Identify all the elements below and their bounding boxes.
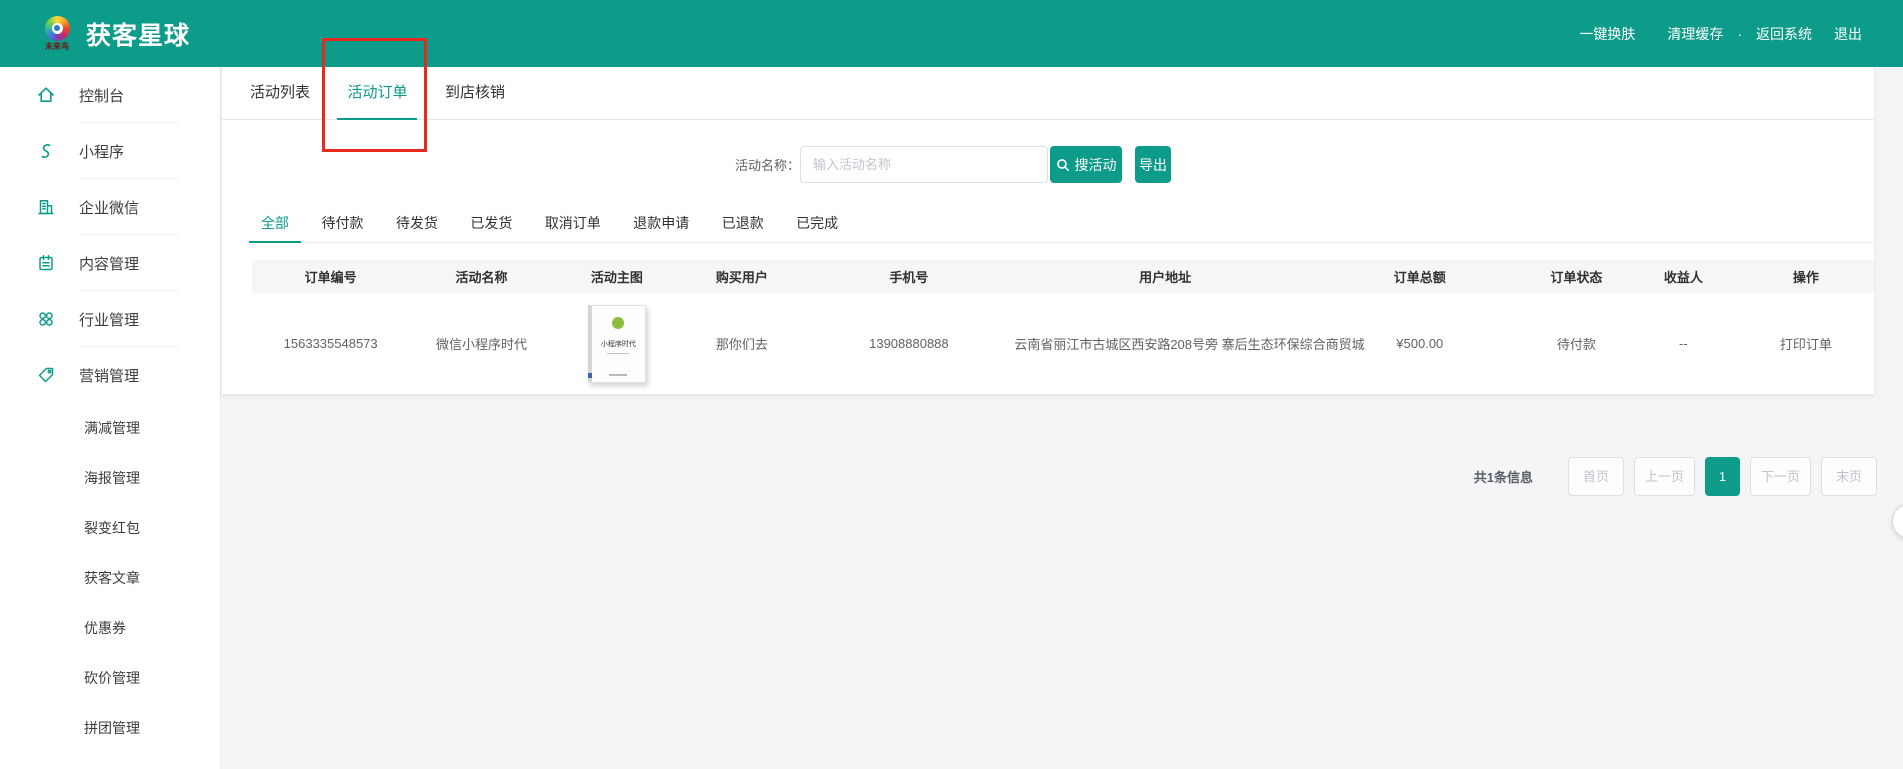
book-publisher-mark: [592, 374, 645, 376]
cell-main-image: 小程序时代: [554, 293, 681, 394]
sidebar-item-label: 内容管理: [79, 253, 139, 274]
sidebar-item-full-reduction[interactable]: 满减管理: [0, 403, 220, 453]
sidebar-item-coupon[interactable]: 优惠券: [0, 603, 220, 653]
sidebar-item-group-buy[interactable]: 拼团管理: [0, 703, 220, 753]
topbar-links: 一键换肤 清理缓存 · 返回系统 退出: [1579, 24, 1862, 44]
sidebar-item-marketing[interactable]: 营销管理: [0, 347, 220, 403]
filter-refund-request[interactable]: 退款申请: [621, 205, 701, 242]
cell-beneficiary: --: [1629, 293, 1738, 394]
building-icon: [36, 197, 56, 217]
col-total: 订单总额: [1316, 260, 1524, 293]
col-activity-name: 活动名称: [409, 260, 553, 293]
export-button[interactable]: 导出: [1135, 146, 1171, 183]
tab-bar: 活动列表 活动订单 到店核销: [222, 67, 1874, 120]
sidebar-item-label: 控制台: [79, 85, 124, 106]
col-beneficiary: 收益人: [1629, 260, 1738, 293]
search-activity-button[interactable]: 搜活动: [1050, 146, 1122, 183]
book-title: 小程序时代: [592, 339, 645, 349]
col-address: 用户地址: [1014, 260, 1316, 293]
table-header-row: 订单编号 活动名称 活动主图 购买用户 手机号 用户地址 订单总额 订单状态 收…: [252, 260, 1874, 293]
filter-pending-payment[interactable]: 待付款: [309, 205, 375, 242]
book-logo-icon: [612, 317, 624, 329]
col-status: 订单状态: [1524, 260, 1629, 293]
page: 未来鸟 获客星球 一键换肤 清理缓存 · 返回系统 退出 控制台: [0, 0, 1903, 769]
filter-pending-shipment[interactable]: 待发货: [384, 205, 450, 242]
sidebar-item-red-packet[interactable]: 裂变红包: [0, 503, 220, 553]
tab-store-verify[interactable]: 到店核销: [435, 67, 515, 119]
brand: 未来鸟 获客星球: [40, 16, 190, 52]
sidebar-item-industry[interactable]: 行业管理: [0, 291, 220, 347]
sidebar-item-poster[interactable]: 海报管理: [0, 453, 220, 503]
clipboard-icon: [36, 253, 56, 273]
sidebar: 控制台 小程序 企业微信: [0, 67, 221, 769]
separator-dot: ·: [1737, 26, 1742, 42]
pagination-last-button[interactable]: 末页: [1821, 457, 1877, 496]
col-action: 操作: [1738, 260, 1874, 293]
brand-logo-icon: [45, 16, 70, 41]
cell-activity-name: 微信小程序时代: [409, 293, 553, 394]
main-panel: 活动列表 活动订单 到店核销 活动名称： 搜活动 导出 全部 待付款 待发货 已…: [222, 67, 1874, 394]
print-order-link[interactable]: 打印订单: [1738, 293, 1874, 394]
search-row: 活动名称： 搜活动 导出: [730, 146, 1171, 183]
col-buyer: 购买用户: [680, 260, 803, 293]
table-row: 1563335548573 微信小程序时代 小程序时代 那你们去: [252, 293, 1874, 394]
sidebar-item-miniprogram[interactable]: 小程序: [0, 123, 220, 179]
col-phone: 手机号: [803, 260, 1014, 293]
search-label: 活动名称：: [730, 155, 800, 174]
cell-buyer: 那你们去: [680, 293, 803, 394]
filter-all[interactable]: 全部: [249, 205, 301, 242]
cell-status: 待付款: [1524, 293, 1629, 394]
book-decor-line: [607, 353, 629, 354]
sidebar-item-label: 小程序: [79, 141, 124, 162]
sidebar-submenu: 满减管理 海报管理 裂变红包 获客文章 优惠券 砍价管理 拼团管理: [0, 403, 220, 753]
sidebar-item-articles[interactable]: 获客文章: [0, 553, 220, 603]
miniprogram-icon: [36, 141, 56, 161]
cell-order-no: 1563335548573: [252, 293, 409, 394]
brand-logo-label: 未来鸟: [40, 42, 74, 52]
col-order-no: 订单编号: [252, 260, 409, 293]
sidebar-item-label: 营销管理: [79, 365, 139, 386]
activity-cover-image: 小程序时代: [588, 305, 646, 383]
link-return-system[interactable]: 返回系统: [1756, 24, 1812, 44]
brand-logo-core: [54, 25, 60, 31]
pagination-first-button[interactable]: 首页: [1568, 457, 1624, 496]
sidebar-item-console[interactable]: 控制台: [0, 67, 220, 123]
pagination-prev-button[interactable]: 上一页: [1634, 457, 1695, 496]
brand-logo: 未来鸟: [40, 16, 74, 52]
search-button-label: 搜活动: [1075, 155, 1117, 175]
tag-icon: [36, 365, 56, 385]
sidebar-item-label: 行业管理: [79, 309, 139, 330]
grid-circles-icon: [36, 309, 56, 329]
filter-refunded[interactable]: 已退款: [710, 205, 776, 242]
link-change-skin[interactable]: 一键换肤: [1579, 24, 1635, 44]
orders-table: 订单编号 活动名称 活动主图 购买用户 手机号 用户地址 订单总额 订单状态 收…: [252, 260, 1874, 394]
cell-address: 云南省丽江市古城区西安路208号旁 寨后生态环保综合商贸城: [1014, 293, 1316, 394]
pagination-total-info: 共1条信息: [1474, 467, 1533, 486]
link-logout[interactable]: 退出: [1834, 24, 1862, 44]
sidebar-item-bargain[interactable]: 砍价管理: [0, 653, 220, 703]
home-icon: [36, 85, 56, 105]
top-header: 未来鸟 获客星球 一键换肤 清理缓存 · 返回系统 退出: [0, 0, 1903, 67]
sidebar-item-label: 企业微信: [79, 197, 139, 218]
filter-cancelled[interactable]: 取消订单: [533, 205, 613, 242]
cell-phone: 13908880888: [803, 293, 1014, 394]
tab-activity-list[interactable]: 活动列表: [240, 67, 320, 119]
sidebar-item-content[interactable]: 内容管理: [0, 235, 220, 291]
order-status-filter-bar: 全部 待付款 待发货 已发货 取消订单 退款申请 已退款 已完成: [249, 205, 1874, 243]
col-main-image: 活动主图: [554, 260, 681, 293]
pagination-next-button[interactable]: 下一页: [1750, 457, 1811, 496]
tab-activity-orders[interactable]: 活动订单: [337, 67, 417, 119]
pagination: 共1条信息 首页 上一页 1 下一页 末页: [1474, 457, 1877, 496]
activity-name-input[interactable]: [800, 146, 1048, 183]
floating-widget-bubble[interactable]: [1892, 503, 1903, 539]
link-clear-cache[interactable]: 清理缓存: [1667, 24, 1723, 44]
sidebar-item-wecom[interactable]: 企业微信: [0, 179, 220, 235]
app-title: 获客星球: [86, 16, 190, 52]
search-icon: [1056, 158, 1070, 172]
pagination-page-1[interactable]: 1: [1705, 457, 1740, 496]
filter-shipped[interactable]: 已发货: [458, 205, 524, 242]
filter-completed[interactable]: 已完成: [784, 205, 850, 242]
